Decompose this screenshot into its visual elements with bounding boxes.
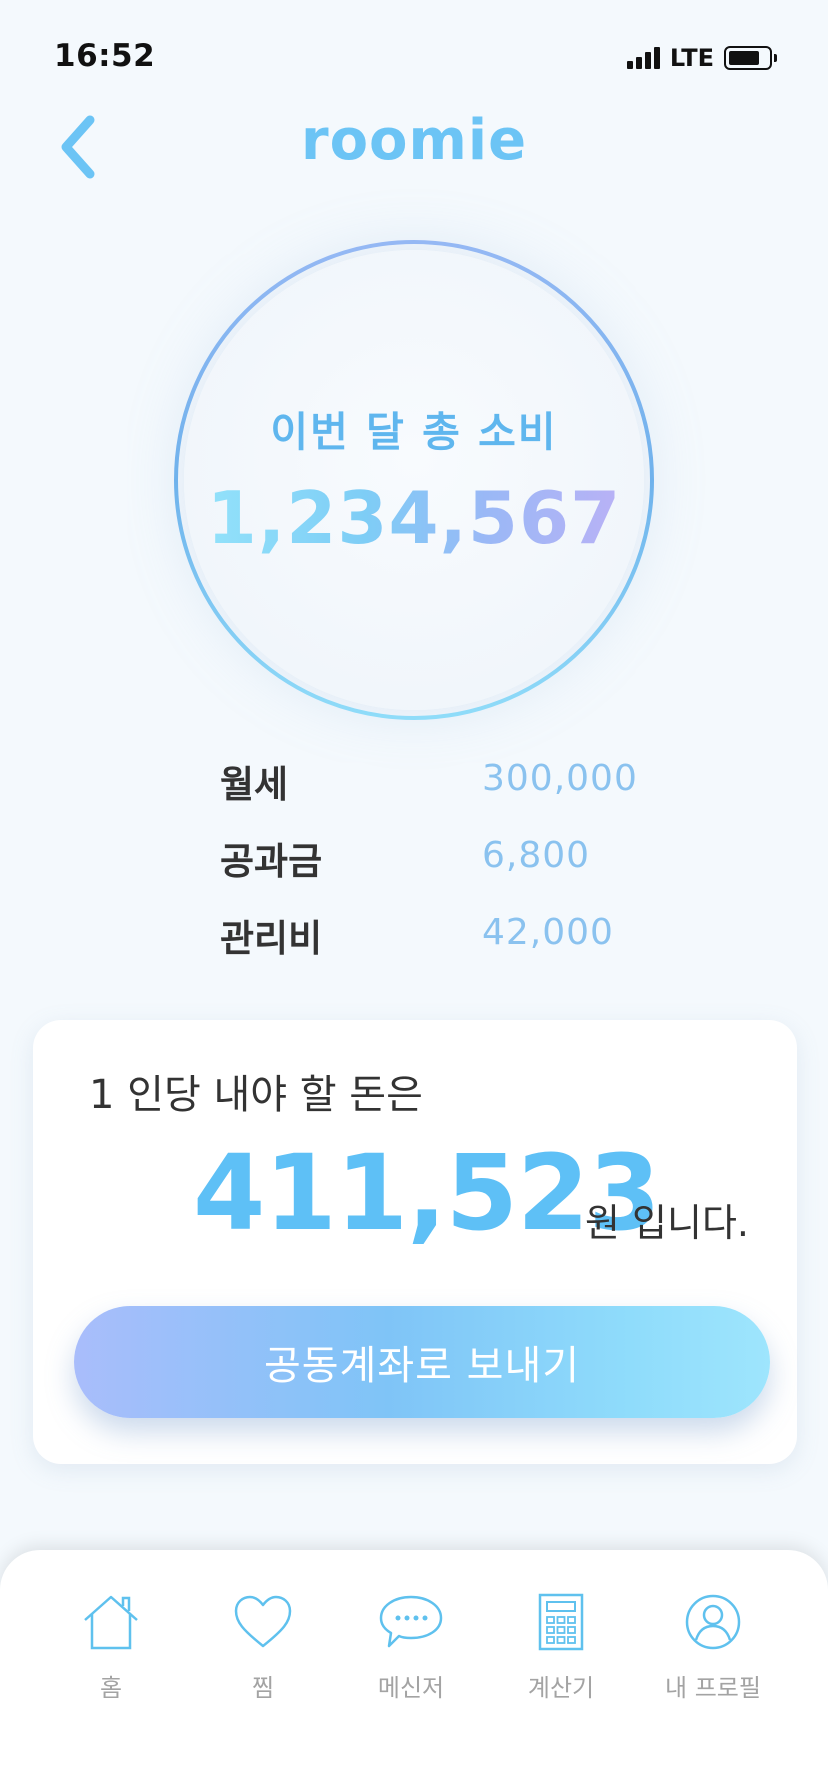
- tab-profile[interactable]: 내 프로필: [638, 1592, 788, 1702]
- status-time: 16:52: [54, 38, 156, 74]
- heart-icon: [234, 1595, 292, 1648]
- status-indicators: LTE: [626, 44, 777, 72]
- tab-messenger[interactable]: 메신저: [336, 1592, 486, 1702]
- home-icon: [84, 1595, 138, 1650]
- tab-favorites[interactable]: 찜: [188, 1592, 338, 1702]
- cost-row-utilities: 공과금 6,800: [220, 831, 660, 891]
- tab-label: 메신저: [377, 1674, 445, 1702]
- cost-value: 42,000: [482, 912, 614, 953]
- total-spending-label: 이번 달 총 소비: [270, 408, 558, 456]
- tab-label: 홈: [99, 1674, 123, 1702]
- cost-label: 관리비: [220, 917, 323, 960]
- tab-home[interactable]: 홈: [36, 1592, 186, 1702]
- cost-row-rent: 월세 300,000: [220, 754, 660, 814]
- cost-row-maintenance: 관리비 42,000: [220, 908, 660, 968]
- send-to-joint-account-button[interactable]: 공동계좌로 보내기: [74, 1306, 770, 1418]
- profile-icon: [685, 1594, 741, 1650]
- tab-calculator[interactable]: 계산기: [486, 1592, 636, 1702]
- total-spending-circle: 이번 달 총 소비 1,234,567: [172, 238, 656, 722]
- total-spending-amount: 1,234,567: [172, 476, 656, 560]
- per-person-label: 1 인당 내야 할 돈은: [89, 1072, 423, 1118]
- bottom-tab-bar: 홈 찜 메신저 계산기 내 프로필: [0, 1550, 828, 1792]
- per-person-card: 1 인당 내야 할 돈은 411,523 원 입니다. 공동계좌로 보내기: [33, 1020, 797, 1464]
- per-person-suffix: 원 입니다.: [585, 1201, 749, 1245]
- battery-icon: [724, 46, 777, 70]
- calculator-icon: [538, 1593, 584, 1651]
- tab-label: 찜: [251, 1674, 275, 1702]
- network-type: LTE: [669, 44, 714, 72]
- cost-value: 300,000: [482, 758, 638, 799]
- cost-value: 6,800: [482, 835, 591, 876]
- cost-label: 공과금: [220, 840, 323, 883]
- tab-label: 계산기: [527, 1674, 595, 1702]
- page-title: roomie: [300, 108, 528, 173]
- status-bar: 16:52 LTE: [0, 0, 828, 110]
- chat-icon: [379, 1595, 443, 1648]
- signal-icon: [626, 47, 660, 69]
- tab-label: 내 프로필: [665, 1674, 761, 1702]
- cost-label: 월세: [220, 763, 289, 806]
